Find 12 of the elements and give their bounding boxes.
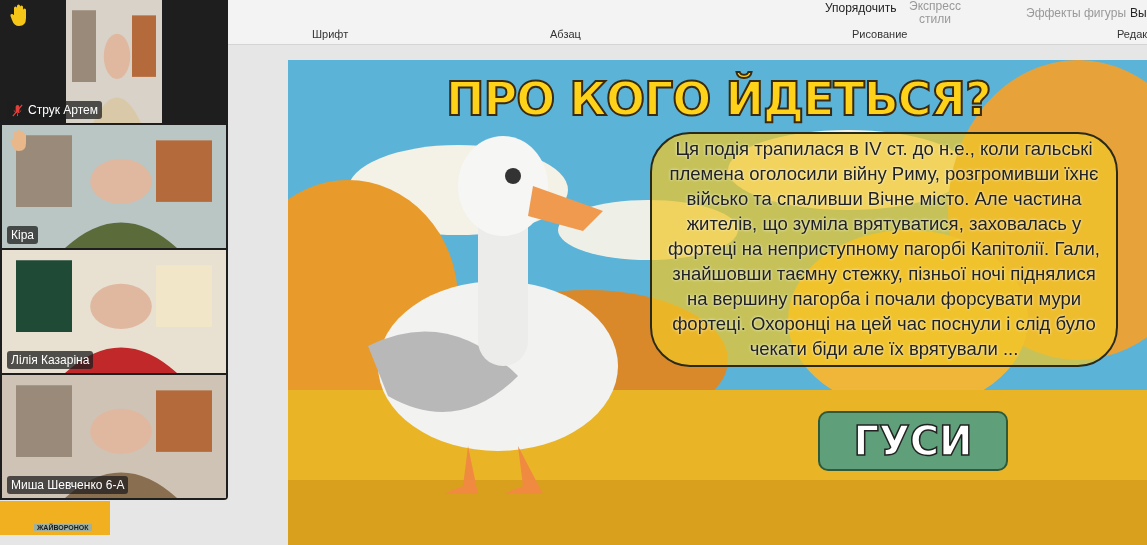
participant-name: Кіра [11, 228, 34, 242]
participant-name: Лілія Казаріна [11, 353, 90, 367]
group-label: Рисование [852, 28, 908, 40]
slide-title: ПРО КОГО ЙДЕТЬСЯ? [446, 72, 991, 126]
question-text: Ця подія трапилася в IV ст. до н.е., коли гальські племена оголосили війну Риму, розгромивши їхнє військо та спаливши Вічне місто. Але частина жителів, що зуміла врятуватися, заховалась у фортеці на неприступному пагорбі Капітолії. Гали, знайшовши таємну стежку, пізньої ночі піднялися на вершину пагорба і почали форсувати мури фортеці. Охоронці на цей час поснули і слід було чекати біди але їх врятували ... [650, 132, 1118, 367]
ribbon-label[interactable]: Вы [1130, 6, 1147, 20]
participant-name: Миша Шевченко 6-А [11, 478, 125, 492]
group-label: Редак [1117, 28, 1147, 40]
ribbon-label[interactable]: Упорядочить [825, 1, 897, 15]
participant-name: Струк Артем [28, 103, 98, 117]
group-label: Шрифт [312, 28, 349, 40]
group-label: Абзац [550, 28, 581, 40]
